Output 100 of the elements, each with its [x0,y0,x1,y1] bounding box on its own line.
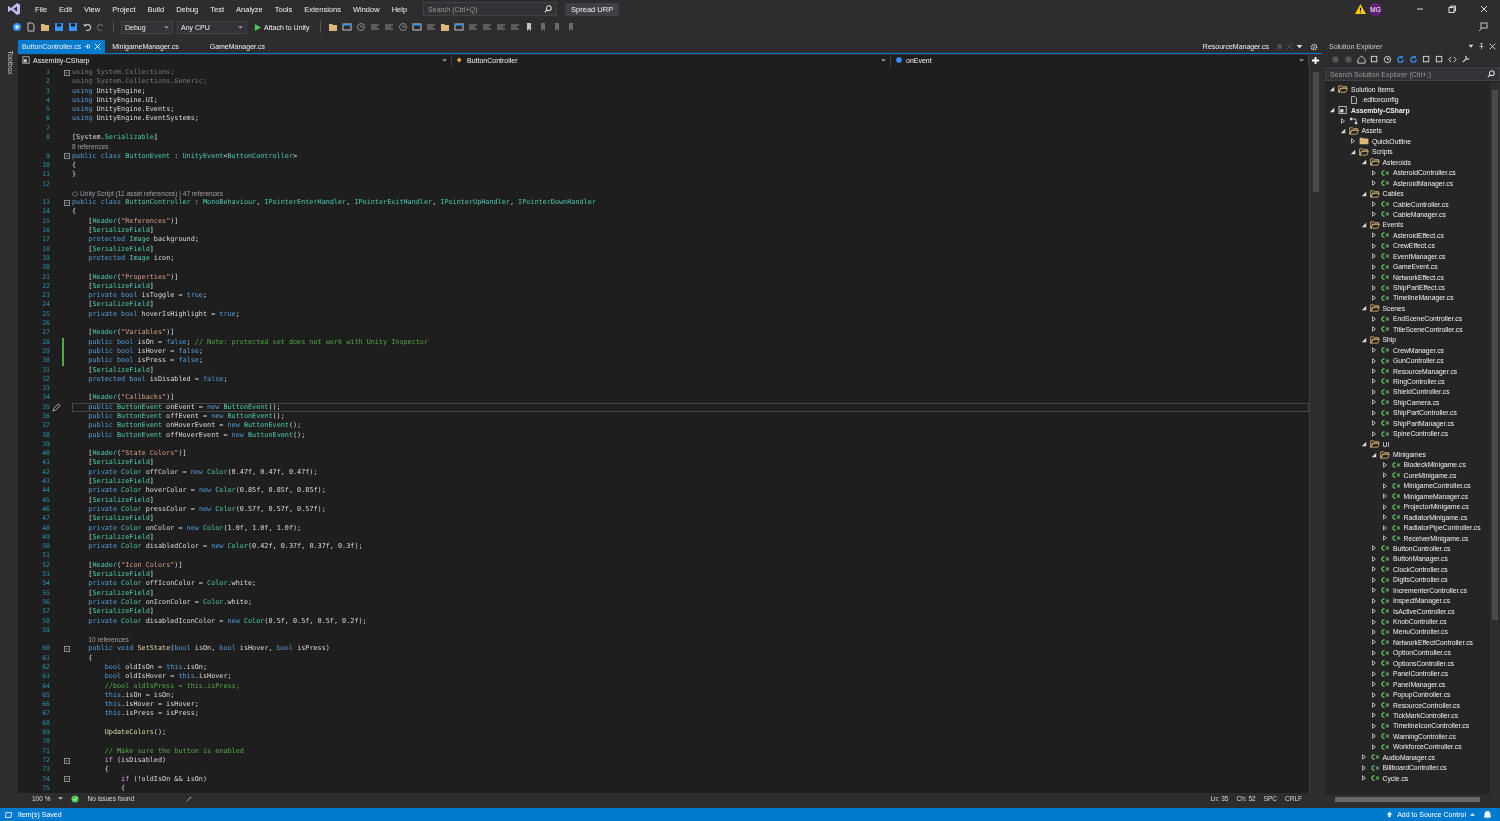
collapsed-arrow-icon[interactable] [1371,326,1377,333]
collapse-icon[interactable] [64,153,70,160]
collapsed-arrow-icon[interactable] [1381,524,1388,531]
collapse-icon[interactable] [64,69,70,76]
warning-icon[interactable] [1355,4,1366,14]
save-all-icon[interactable] [68,22,78,32]
collapsed-arrow-icon[interactable] [1371,368,1377,375]
collapsed-arrow-icon[interactable] [1381,461,1388,468]
folder-icon[interactable] [40,22,50,32]
collapse-icon[interactable] [64,199,70,206]
collapsed-arrow-icon[interactable] [1371,712,1377,719]
collapsed-arrow-icon[interactable] [1371,409,1377,416]
bell-icon[interactable] [1483,810,1492,819]
collapsed-arrow-icon[interactable] [1371,201,1377,208]
brush-icon[interactable] [185,794,194,803]
expanded-arrow-icon[interactable] [1329,86,1335,93]
collapsed-arrow-icon[interactable] [1371,618,1377,625]
collapsed-arrow-icon[interactable] [1371,211,1377,218]
collapsed-arrow-icon[interactable] [1371,587,1377,594]
new-file-icon[interactable] [26,22,36,32]
collapsed-arrow-icon[interactable] [1381,503,1388,510]
horizontal-scrollbar[interactable] [1325,795,1500,804]
collapsed-arrow-icon[interactable] [1371,284,1377,291]
collapsed-arrow-icon[interactable] [1339,117,1346,124]
collapsed-arrow-icon[interactable] [1381,472,1388,479]
collapsed-arrow-icon[interactable] [1381,482,1388,489]
collapsed-arrow-icon[interactable] [1371,263,1377,270]
collapsed-arrow-icon[interactable] [1371,670,1377,677]
collapsed-arrow-icon[interactable] [1371,597,1377,604]
history-icon[interactable] [397,22,408,32]
home-icon[interactable] [1357,54,1366,64]
window-icon[interactable] [453,22,464,32]
collapsed-arrow-icon[interactable] [1371,315,1377,322]
collapsed-arrow-icon[interactable] [1371,649,1377,656]
expanded-arrow-icon[interactable] [1360,159,1367,166]
expanded-arrow-icon[interactable] [1360,305,1367,312]
expanded-arrow-icon[interactable] [1339,127,1346,134]
collapsed-arrow-icon[interactable] [1371,357,1377,364]
monitor-icon[interactable] [411,22,422,32]
expanded-arrow-icon[interactable] [1360,190,1367,197]
caret-icon[interactable] [58,796,64,801]
folder-icon[interactable] [439,22,450,32]
collapsed-arrow-icon[interactable] [1371,660,1377,667]
collapsed-arrow-icon[interactable] [1371,743,1377,750]
collapsed-arrow-icon[interactable] [1371,388,1377,395]
collapsed-arrow-icon[interactable] [1371,555,1377,562]
collapsed-arrow-icon[interactable] [1371,169,1377,176]
undo-icon[interactable] [82,22,92,32]
collapsed-arrow-icon[interactable] [1360,764,1367,771]
collapsed-arrow-icon[interactable] [1381,514,1388,521]
restore-icon[interactable] [1447,4,1457,14]
dropdown-caret-icon[interactable] [1296,43,1303,50]
caret-icon[interactable] [1470,812,1475,817]
collapsed-arrow-icon[interactable] [1371,608,1377,615]
collapsed-arrow-icon[interactable] [1371,702,1377,709]
settings-icon[interactable] [1310,42,1318,51]
code-icon[interactable] [1448,54,1457,64]
expanded-arrow-icon[interactable] [1350,148,1356,155]
collapsed-arrow-icon[interactable] [1360,754,1367,761]
collapsed-arrow-icon[interactable] [1371,232,1377,239]
dropdown-caret-icon[interactable] [1468,43,1474,49]
collapsed-arrow-icon[interactable] [1371,681,1377,688]
clock-icon[interactable] [355,22,366,32]
collapsed-arrow-icon[interactable] [1371,576,1377,583]
collapsed-arrow-icon[interactable] [1381,493,1388,500]
window-icon[interactable] [1370,54,1379,64]
save-icon[interactable] [54,22,64,32]
collapsed-arrow-icon[interactable] [1371,378,1377,385]
collapsed-arrow-icon[interactable] [1371,180,1377,187]
collapsed-arrow-icon[interactable] [1371,545,1377,552]
folder-search-icon[interactable] [327,22,338,32]
collapsed-arrow-icon[interactable] [1371,274,1377,281]
collapsed-arrow-icon[interactable] [1371,430,1377,437]
window-icon[interactable] [1435,54,1444,64]
collapsed-arrow-icon[interactable] [1371,420,1377,427]
expanded-arrow-icon[interactable] [1329,107,1335,114]
collapsed-arrow-icon[interactable] [1371,399,1377,406]
window-icon[interactable] [341,22,352,32]
expanded-arrow-icon[interactable] [1371,451,1377,458]
wrench-icon[interactable] [1461,54,1470,64]
collapsed-arrow-icon[interactable] [1371,566,1377,573]
collapsed-arrow-icon[interactable] [1371,242,1377,249]
collapsed-arrow-icon[interactable] [1371,733,1377,740]
scrollbar[interactable] [1490,82,1500,795]
feedback-icon[interactable] [1478,22,1488,32]
collapse-icon[interactable] [64,776,70,783]
collapsed-arrow-icon[interactable] [1371,628,1377,635]
refresh-icon[interactable] [1409,54,1418,64]
expanded-arrow-icon[interactable] [1360,336,1367,343]
collapsed-arrow-icon[interactable] [1371,294,1377,301]
expanded-arrow-icon[interactable] [1360,221,1367,228]
collapsed-arrow-icon[interactable] [1371,253,1377,260]
collapsed-arrow-icon[interactable] [1360,775,1367,782]
collapsed-arrow-icon[interactable] [1371,722,1377,729]
collapsed-arrow-icon[interactable] [1350,138,1356,145]
collapse-icon[interactable] [64,757,70,764]
collapsed-arrow-icon[interactable] [1371,691,1377,698]
plus-circle-icon[interactable] [12,22,22,32]
pencil-icon[interactable] [52,402,61,412]
collapsed-arrow-icon[interactable] [1381,535,1388,542]
